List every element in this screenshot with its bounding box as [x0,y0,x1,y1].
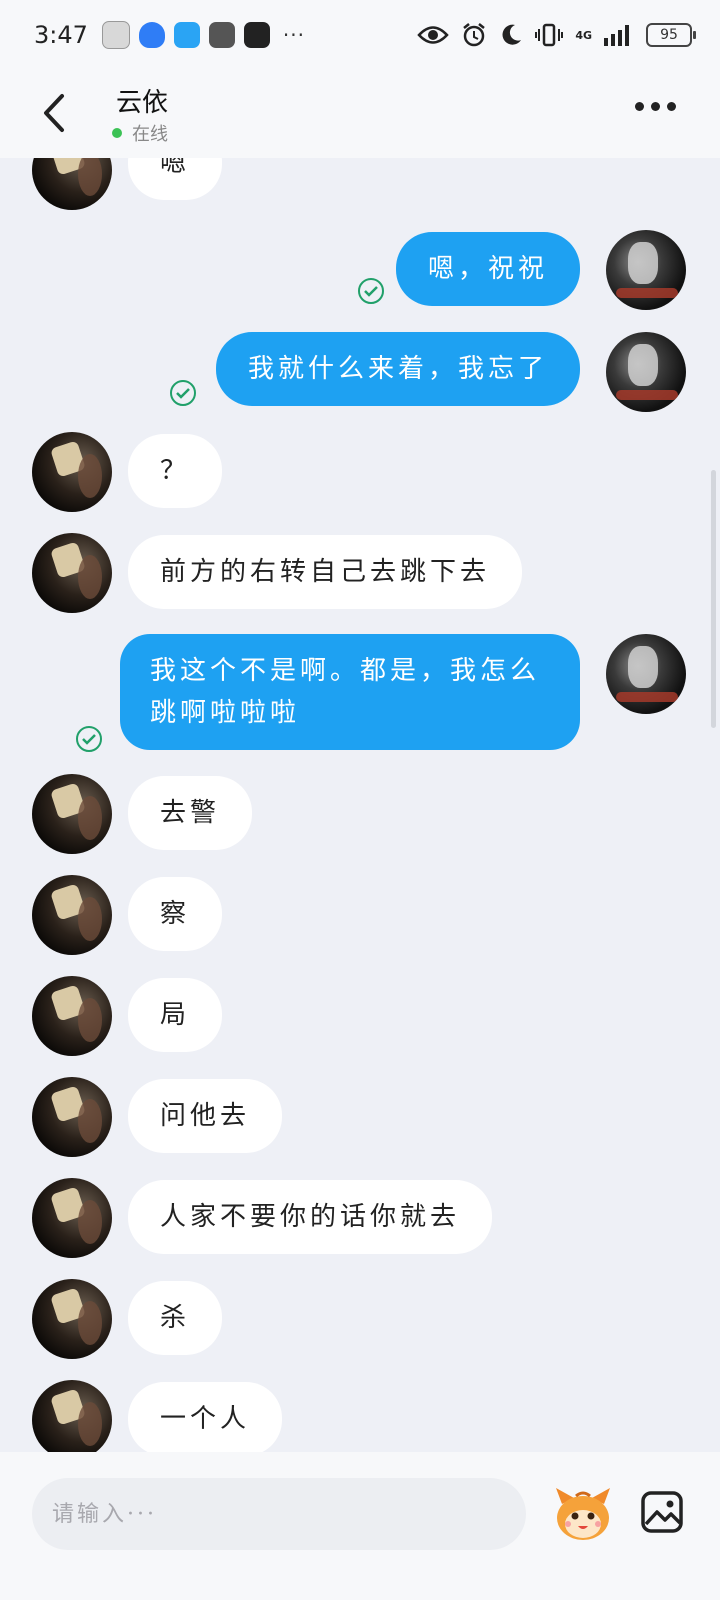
incoming-message[interactable]: 问他去 [128,1079,283,1153]
friend-avatar[interactable] [32,533,112,613]
friend-avatar[interactable] [32,1077,112,1157]
chat-header: 云依 在线 [0,70,720,158]
read-receipt-icon [170,380,196,406]
avatar-app-icon [208,22,235,48]
read-receipt-icon [76,726,102,752]
image-button[interactable] [640,1490,684,1534]
message-list[interactable]: 嗯 嗯，祝祝 我就什么来着，我忘了 ？ 前方的右转自己去跳下去 我这个不是啊。都… [0,158,720,1452]
outgoing-message[interactable]: 嗯，祝祝 [395,232,580,306]
friend-avatar[interactable] [32,1178,112,1258]
friend-avatar[interactable] [32,976,112,1056]
friend-avatar[interactable] [32,774,112,854]
online-dot-icon [112,128,122,138]
message-input[interactable] [32,1478,526,1550]
image-icon [641,1491,683,1533]
read-receipt-icon [358,278,384,304]
friend-avatar[interactable] [32,875,112,955]
incoming-message[interactable]: 一个人 [128,1382,283,1452]
incoming-message[interactable]: 嗯 [128,158,223,200]
incoming-message[interactable]: ？ [128,434,223,508]
network-type: 4G [575,28,592,42]
moon-icon [502,24,522,45]
outgoing-message[interactable]: 我这个不是啊。都是，我怎么跳啊啦啦啦 [120,634,580,750]
alarm-icon [463,23,486,47]
emoji-mascot-icon [556,1488,610,1540]
shield-icon [138,22,165,48]
composer-bar [0,1452,720,1600]
incoming-message[interactable]: 杀 [128,1281,223,1355]
my-avatar[interactable] [606,634,686,714]
friend-avatar[interactable] [32,432,112,512]
emoji-button[interactable] [552,1482,614,1544]
message-app-icon [173,22,200,48]
scrollbar[interactable] [711,470,716,728]
presence-label: 在线 [132,124,168,145]
incoming-message[interactable]: 前方的右转自己去跳下去 [128,535,523,609]
my-avatar[interactable] [606,230,686,310]
notification-app-icon [101,21,130,49]
incoming-message[interactable]: 人家不要你的话你就去 [128,1180,493,1254]
media-app-icon [243,22,270,48]
status-bar: 3:47 ··· 4G 95 [0,0,720,70]
incoming-message[interactable]: 去警 [128,776,253,850]
more-notifications-icon: ··· [282,23,305,47]
friend-avatar[interactable] [32,1380,112,1452]
friend-avatar[interactable] [32,158,112,210]
presence-status: 在线 [112,120,168,146]
signal-icon [604,25,629,46]
incoming-message[interactable]: 察 [128,877,223,951]
my-avatar[interactable] [606,332,686,412]
friend-avatar[interactable] [32,1279,112,1359]
incoming-message[interactable]: 局 [128,978,223,1052]
more-icon [635,102,644,111]
eye-icon [417,26,450,44]
status-time: 3:47 [34,21,88,49]
more-options-button[interactable] [635,102,676,111]
battery-indicator: 95 [646,23,696,47]
back-button[interactable] [38,90,78,136]
contact-name[interactable]: 云依 [116,82,168,119]
back-arrow-icon [44,94,64,132]
outgoing-message[interactable]: 我就什么来着，我忘了 [215,332,580,406]
vibrate-icon [535,23,564,47]
